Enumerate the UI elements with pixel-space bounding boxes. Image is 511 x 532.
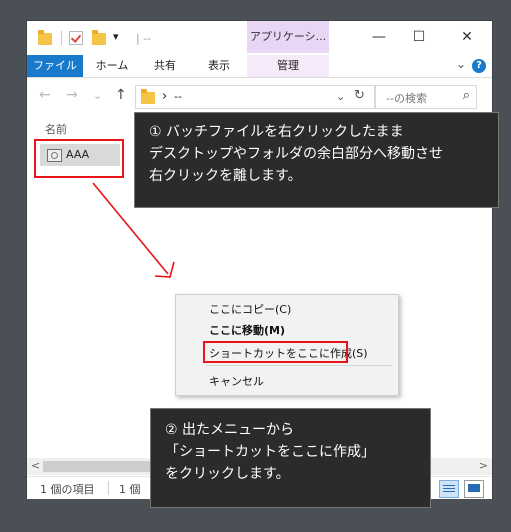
menu-separator <box>206 365 392 366</box>
instruction-callout-2: ② 出たメニューから 「ショートカットをここに作成」 をクリックします。 <box>150 408 431 508</box>
menu-item-move-here[interactable]: ここに移動(M) <box>209 322 285 338</box>
menu-item-copy-here[interactable]: ここにコピー(C) <box>209 301 291 317</box>
instruction-callout-1: ① バッチファイルを右クリックしたまま デスクトップやフォルダの余白部分へ移動さ… <box>134 112 499 208</box>
shortcut-highlight-box <box>203 341 348 363</box>
menu-item-cancel[interactable]: キャンセル <box>209 373 264 389</box>
